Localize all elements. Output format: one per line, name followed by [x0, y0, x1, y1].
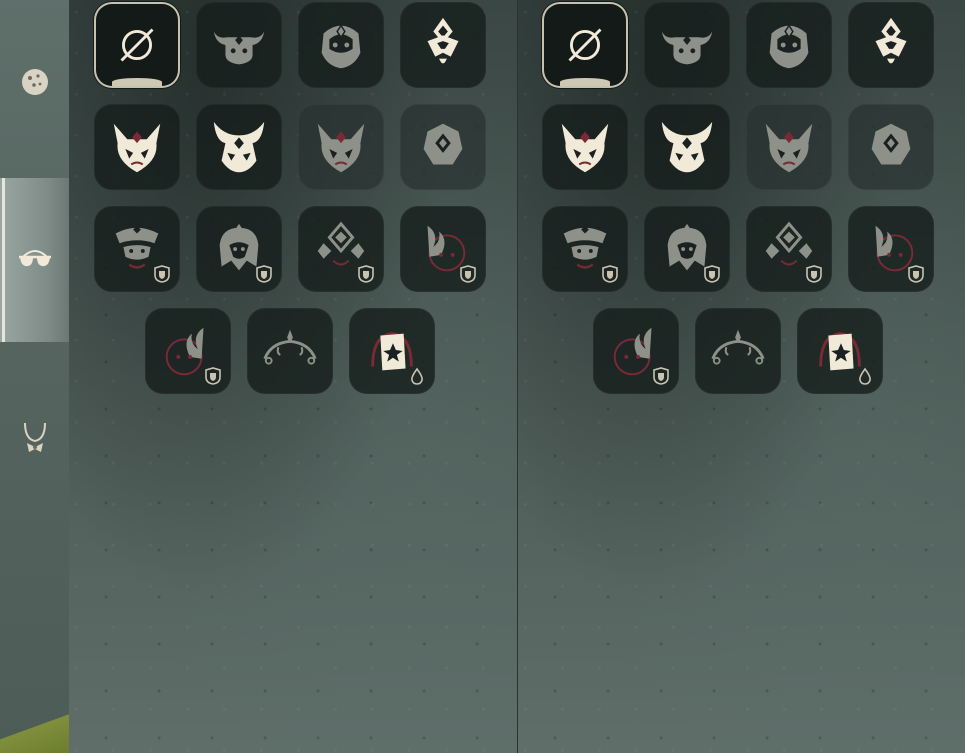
horned-mask-icon — [561, 123, 609, 173]
accessory-slot[interactable] — [247, 308, 333, 394]
sunglasses-icon — [18, 250, 51, 267]
accessory-slot[interactable] — [400, 104, 486, 190]
accessory-slot[interactable] — [94, 206, 180, 292]
crest-mask-icon — [427, 17, 459, 64]
accessory-slot[interactable] — [542, 206, 628, 292]
accessory-slot[interactable] — [400, 2, 486, 88]
accessory-slot[interactable] — [644, 206, 730, 292]
accessory-slot[interactable] — [644, 2, 730, 88]
crest-mask-icon — [875, 17, 907, 64]
shield-badge-icon — [153, 265, 171, 283]
accessory-slot[interactable] — [298, 104, 384, 190]
winged-circlet-icon — [711, 329, 765, 365]
shield-badge-icon — [204, 367, 222, 385]
accessory-slot[interactable] — [349, 308, 435, 394]
shield-badge-icon — [703, 265, 721, 283]
grass-decoration — [0, 713, 69, 753]
accessory-slot[interactable] — [746, 2, 832, 88]
accessory-slot[interactable] — [746, 104, 832, 190]
horned-crown-mask-icon — [213, 121, 265, 173]
accessory-slot[interactable] — [400, 206, 486, 292]
faceted-mask-muted-icon — [423, 123, 463, 165]
necklace-icon — [23, 422, 46, 452]
accessory-slot[interactable] — [196, 2, 282, 88]
shield-badge-icon — [805, 265, 823, 283]
none-slash-icon — [568, 28, 602, 62]
winged-circlet-icon — [263, 329, 317, 365]
bull-mask-icon — [661, 31, 713, 65]
accessory-slot[interactable] — [542, 104, 628, 190]
accessory-slot[interactable] — [298, 206, 384, 292]
drop-badge-icon — [408, 367, 426, 385]
none-slash-icon — [120, 28, 154, 62]
accessory-slot[interactable] — [797, 308, 883, 394]
horned-mask-muted-icon — [317, 123, 365, 173]
accessory-slot[interactable] — [848, 2, 934, 88]
shield-badge-icon — [357, 265, 375, 283]
horned-mask-icon — [113, 123, 161, 173]
accessory-slot[interactable] — [196, 206, 282, 292]
shield-badge-icon — [652, 367, 670, 385]
accessory-slot[interactable] — [196, 104, 282, 190]
category-rail — [0, 0, 69, 753]
accessory-slot[interactable] — [94, 2, 180, 88]
rail-tab-food[interactable] — [0, 0, 69, 164]
accessory-slot[interactable] — [746, 206, 832, 292]
shield-badge-icon — [907, 265, 925, 283]
drop-badge-icon — [856, 367, 874, 385]
cookie-icon — [21, 69, 48, 95]
bull-mask-icon — [213, 31, 265, 65]
ornate-mask-icon — [321, 24, 361, 69]
ornate-mask-icon — [769, 24, 809, 69]
accessory-slot[interactable] — [94, 104, 180, 190]
accessory-slot[interactable] — [593, 308, 679, 394]
accessory-slot[interactable] — [848, 104, 934, 190]
rail-tab-neck-accessories[interactable] — [0, 356, 69, 520]
accessory-slot[interactable] — [298, 2, 384, 88]
shield-badge-icon — [255, 265, 273, 283]
horned-mask-muted-icon — [765, 123, 813, 173]
shield-badge-icon — [459, 265, 477, 283]
accessory-slot[interactable] — [644, 104, 730, 190]
accessory-slot[interactable] — [542, 2, 628, 88]
accessory-slot[interactable] — [848, 206, 934, 292]
faceted-mask-muted-icon — [871, 123, 911, 165]
accessory-slot[interactable] — [145, 308, 231, 394]
accessory-slot[interactable] — [695, 308, 781, 394]
horned-crown-mask-icon — [661, 121, 713, 173]
rail-tab-face-accessories[interactable] — [0, 178, 69, 342]
shield-badge-icon — [601, 265, 619, 283]
